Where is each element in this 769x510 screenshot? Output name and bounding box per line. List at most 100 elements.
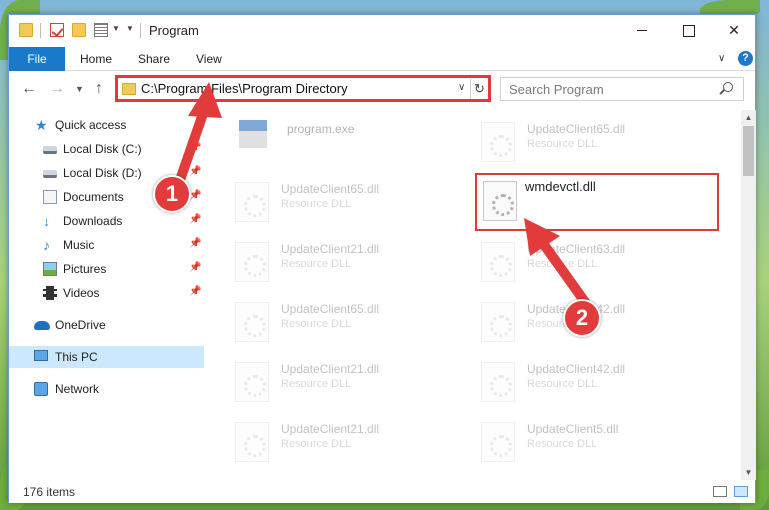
explorer-window: ▼ ▼ Program ✕ File Home Share View ∨ ? ←… — [8, 14, 756, 503]
address-path[interactable]: C:\Program Files\Program Directory — [141, 81, 348, 96]
dll-file-icon — [235, 182, 269, 222]
drive-icon — [43, 146, 57, 154]
file-item[interactable]: UpdateClient65.dll Resource DLL — [451, 116, 681, 166]
sidebar-item-music[interactable]: ♪ Music 📌 — [9, 234, 204, 256]
file-item[interactable]: UpdateClient65.dll Resource DLL — [205, 296, 435, 346]
file-item[interactable]: UpdateClient63.dll Resource DLL — [451, 236, 681, 286]
tab-view[interactable]: View — [196, 47, 222, 71]
search-input[interactable] — [509, 81, 709, 97]
network-icon — [34, 382, 48, 396]
scroll-thumb[interactable] — [743, 126, 754, 176]
dll-file-icon — [481, 302, 515, 342]
pin-icon[interactable]: 📌 — [189, 238, 201, 249]
file-item[interactable]: UpdateClient21.dll Resource DLL — [205, 236, 435, 286]
file-item[interactable]: program.exe — [205, 116, 435, 166]
divider — [40, 23, 41, 38]
close-button[interactable]: ✕ — [711, 15, 757, 45]
file-type: Resource DLL — [281, 318, 352, 330]
search-icon[interactable] — [723, 82, 733, 92]
sidebar-item-this-pc[interactable]: This PC — [9, 346, 204, 368]
help-icon[interactable]: ? — [738, 51, 753, 66]
file-type: Resource DLL — [527, 378, 598, 390]
new-folder-icon[interactable] — [72, 23, 86, 37]
file-type: Resource DLL — [281, 198, 352, 210]
documents-icon — [43, 190, 57, 204]
chevron-down-icon[interactable]: ∨ — [458, 82, 465, 93]
dll-file-icon — [235, 242, 269, 282]
file-item[interactable]: UpdateClient21.dll Resource DLL — [205, 416, 435, 466]
large-icons-view-icon[interactable] — [734, 486, 748, 497]
status-bar: 176 items — [9, 481, 755, 503]
pin-icon[interactable]: 📌 — [189, 262, 201, 273]
videos-icon — [43, 286, 57, 300]
file-item[interactable]: UpdateClient65.dll Resource DLL — [205, 176, 435, 226]
file-name: UpdateClient5.dll — [527, 422, 619, 436]
sidebar-item-onedrive[interactable]: OneDrive — [9, 314, 204, 336]
sidebar-item-downloads[interactable]: ↓ Downloads 📌 — [9, 210, 204, 232]
scroll-down-icon[interactable]: ▼ — [741, 465, 756, 480]
dll-file-icon — [481, 422, 515, 462]
recent-locations-icon[interactable]: ▼ — [75, 84, 84, 94]
vertical-scrollbar[interactable]: ▲ ▼ — [741, 110, 756, 480]
list-properties-icon[interactable] — [94, 23, 108, 37]
file-name: wmdevctl.dll — [525, 179, 596, 194]
sidebar-item-pictures[interactable]: Pictures 📌 — [9, 258, 204, 280]
file-name: UpdateClient21.dll — [281, 422, 380, 436]
sidebar-item-quick-access[interactable]: ★ Quick access — [9, 114, 204, 136]
sidebar-item-videos[interactable]: Videos 📌 — [9, 282, 204, 304]
forward-arrow-icon[interactable]: → — [49, 80, 65, 98]
star-icon: ★ — [35, 117, 48, 133]
title-bar: ▼ ▼ Program ✕ — [9, 15, 755, 47]
maximize-button[interactable] — [665, 15, 711, 45]
chevron-down-icon[interactable]: ▼ — [112, 24, 120, 33]
sidebar-item-label: Downloads — [63, 214, 123, 228]
sidebar-item-label: Pictures — [63, 262, 107, 276]
music-icon: ♪ — [43, 237, 50, 253]
file-name: UpdateClient65.dll — [281, 302, 380, 316]
divider — [140, 23, 141, 38]
tab-home[interactable]: Home — [80, 47, 112, 71]
file-type: Resource DLL — [281, 378, 352, 390]
file-name: UpdateClient21.dll — [281, 242, 380, 256]
back-arrow-icon[interactable]: ← — [21, 80, 37, 98]
up-arrow-icon[interactable]: ↑ — [95, 80, 103, 98]
file-name: UpdateClient21.dll — [281, 362, 380, 376]
downloads-icon: ↓ — [43, 213, 50, 229]
dll-file-icon — [235, 362, 269, 402]
file-item[interactable]: UpdateClient42.dll Resource DLL — [451, 356, 681, 406]
dll-file-icon — [235, 302, 269, 342]
tab-file[interactable]: File — [9, 47, 65, 71]
minimize-button[interactable] — [619, 15, 665, 45]
address-bar[interactable]: C:\Program Files\Program Directory ∨ ↻ — [115, 75, 491, 102]
onedrive-cloud-icon — [34, 321, 50, 330]
dll-file-icon — [481, 242, 515, 282]
dll-gear-file-icon — [483, 181, 517, 221]
file-list: program.exe UpdateClient65.dll Resource … — [205, 110, 741, 476]
search-box[interactable] — [500, 77, 744, 101]
file-type: Resource DLL — [527, 138, 598, 150]
pin-icon[interactable]: 📌 — [189, 286, 201, 297]
properties-check-icon[interactable] — [50, 23, 64, 37]
file-item-wmdevctl[interactable]: wmdevctl.dll — [475, 173, 719, 231]
refresh-icon[interactable]: ↻ — [470, 79, 488, 99]
item-count: 176 items — [23, 485, 76, 499]
expand-ribbon-icon[interactable]: ∨ — [718, 53, 725, 64]
file-item[interactable]: UpdateClient5.dll Resource DLL — [451, 416, 681, 466]
program-exe-icon — [239, 120, 267, 148]
ribbon-tabs: File Home Share View ∨ ? — [9, 47, 755, 71]
folder-icon — [19, 23, 33, 37]
tab-share[interactable]: Share — [138, 47, 170, 71]
sidebar-item-network[interactable]: Network — [9, 378, 204, 400]
scroll-up-icon[interactable]: ▲ — [741, 110, 756, 125]
pin-icon[interactable]: 📌 — [189, 142, 201, 153]
step-2-callout: 2 — [563, 299, 601, 337]
file-name: program.exe — [287, 122, 355, 136]
pin-icon[interactable]: 📌 — [189, 166, 201, 177]
sidebar-item-label: Quick access — [55, 118, 127, 132]
file-item[interactable]: UpdateClient21.dll Resource DLL — [205, 356, 435, 406]
sidebar-item-local-disk-c[interactable]: Local Disk (C:) 📌 — [9, 138, 204, 160]
customize-toolbar-icon[interactable]: ▼ — [126, 24, 134, 33]
file-name: UpdateClient63.dll — [527, 242, 626, 256]
details-view-icon[interactable] — [713, 486, 727, 497]
pin-icon[interactable]: 📌 — [189, 214, 201, 225]
